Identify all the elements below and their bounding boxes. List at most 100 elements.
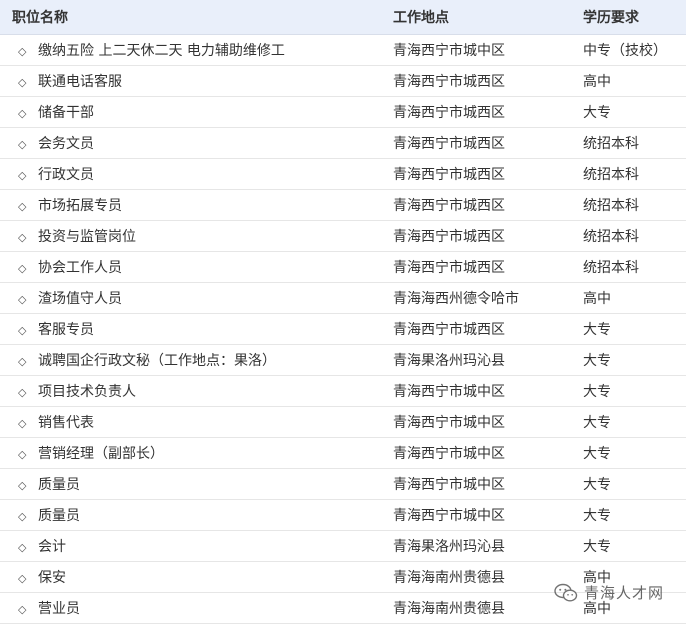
job-title-cell[interactable]: ◇ 市场拓展专员 [0,189,383,221]
table-row[interactable]: ◇ 联通电话客服 青海西宁市城西区 高中 [0,65,686,97]
table-row[interactable]: ◇ 储备干部 青海西宁市城西区 大专 [0,96,686,128]
job-title-cell[interactable]: ◇ 项目技术负责人 [0,375,383,407]
header-job-title: 职位名称 [0,0,383,35]
job-title-cell[interactable]: ◇ 联通电话客服 [0,65,383,97]
work-location-cell: 青海西宁市城西区 [383,189,573,221]
diamond-bullet-icon: ◇ [18,106,27,120]
table-row[interactable]: ◇ 质量员 青海西宁市城中区 大专 [0,468,686,500]
education-cell: 大专 [573,468,686,500]
job-title-cell[interactable]: ◇ 营销经理（副部长） [0,437,383,469]
education-cell: 大专 [573,437,686,469]
job-title-text[interactable]: 投资与监管岗位 [38,229,136,245]
education-cell: 大专 [573,530,686,562]
work-location-cell: 青海西宁市城中区 [383,499,573,531]
work-location-cell: 青海西宁市城中区 [383,406,573,438]
job-title-text[interactable]: 质量员 [38,508,80,524]
diamond-bullet-icon: ◇ [18,261,27,275]
work-location-cell: 青海海南州贵德县 [383,592,573,624]
job-title-cell[interactable]: ◇ 储备干部 [0,96,383,128]
diamond-bullet-icon: ◇ [18,199,27,213]
work-location-cell: 青海果洛州玛沁县 [383,530,573,562]
table-row[interactable]: ◇ 项目技术负责人 青海西宁市城中区 大专 [0,375,686,407]
job-title-text[interactable]: 营销经理（副部长） [38,446,164,462]
header-education: 学历要求 [573,0,686,35]
job-title-text[interactable]: 质量员 [38,477,80,493]
table-row[interactable]: ◇ 客服专员 青海西宁市城西区 大专 [0,313,686,345]
job-title-text[interactable]: 保安 [38,570,66,586]
work-location-cell: 青海西宁市城西区 [383,158,573,190]
diamond-bullet-icon: ◇ [18,292,27,306]
diamond-bullet-icon: ◇ [18,447,27,461]
work-location-cell: 青海果洛州玛沁县 [383,344,573,376]
job-title-text[interactable]: 市场拓展专员 [38,198,122,214]
table-row[interactable]: ◇ 营销经理（副部长） 青海西宁市城中区 大专 [0,437,686,469]
diamond-bullet-icon: ◇ [18,602,27,616]
education-cell: 统招本科 [573,189,686,221]
job-title-text[interactable]: 项目技术负责人 [38,384,136,400]
table-row[interactable]: ◇ 投资与监管岗位 青海西宁市城西区 统招本科 [0,220,686,252]
education-cell: 大专 [573,313,686,345]
job-title-cell[interactable]: ◇ 诚聘国企行政文秘（工作地点：果洛） [0,344,383,376]
job-title-text[interactable]: 营业员 [38,601,80,617]
job-title-cell[interactable]: ◇ 行政文员 [0,158,383,190]
job-title-cell[interactable]: ◇ 质量员 [0,499,383,531]
job-title-cell[interactable]: ◇ 会计 [0,530,383,562]
education-cell: 大专 [573,96,686,128]
job-title-text[interactable]: 诚聘国企行政文秘（工作地点：果洛） [38,353,276,369]
job-title-cell[interactable]: ◇ 缴纳五险 上二天休二天 电力辅助维修工 [0,34,383,66]
work-location-cell: 青海西宁市城西区 [383,96,573,128]
work-location-cell: 青海海西州德令哈市 [383,282,573,314]
header-row: 职位名称 工作地点 学历要求 [0,0,686,35]
diamond-bullet-icon: ◇ [18,509,27,523]
table-row[interactable]: ◇ 市场拓展专员 青海西宁市城西区 统招本科 [0,189,686,221]
job-title-cell[interactable]: ◇ 质量员 [0,468,383,500]
job-title-text[interactable]: 联通电话客服 [38,74,122,90]
education-cell: 大专 [573,375,686,407]
work-location-cell: 青海西宁市城中区 [383,34,573,66]
work-location-cell: 青海西宁市城西区 [383,65,573,97]
watermark-text: 青海人才网 [583,584,664,602]
education-cell: 高中 [573,65,686,97]
diamond-bullet-icon: ◇ [18,571,27,585]
job-title-text[interactable]: 销售代表 [38,415,94,431]
job-title-text[interactable]: 储备干部 [38,105,94,121]
diamond-bullet-icon: ◇ [18,44,27,58]
diamond-bullet-icon: ◇ [18,137,27,151]
education-cell: 大专 [573,499,686,531]
job-title-cell[interactable]: ◇ 营业员 [0,592,383,624]
table-row[interactable]: ◇ 缴纳五险 上二天休二天 电力辅助维修工 青海西宁市城中区 中专（技校） [0,34,686,66]
table-row[interactable]: ◇ 协会工作人员 青海西宁市城西区 统招本科 [0,251,686,283]
education-cell: 中专（技校） [573,34,686,66]
job-title-text[interactable]: 缴纳五险 上二天休二天 电力辅助维修工 [38,43,285,59]
diamond-bullet-icon: ◇ [18,168,27,182]
job-title-cell[interactable]: ◇ 渣场值守人员 [0,282,383,314]
job-title-text[interactable]: 渣场值守人员 [38,291,122,307]
job-title-cell[interactable]: ◇ 保安 [0,561,383,593]
job-title-text[interactable]: 客服专员 [38,322,94,338]
job-title-cell[interactable]: ◇ 会务文员 [0,127,383,159]
job-title-cell[interactable]: ◇ 投资与监管岗位 [0,220,383,252]
work-location-cell: 青海西宁市城西区 [383,251,573,283]
work-location-cell: 青海西宁市城西区 [383,127,573,159]
diamond-bullet-icon: ◇ [18,416,27,430]
job-title-text[interactable]: 行政文员 [38,167,94,183]
header-work-location: 工作地点 [383,0,573,35]
table-row[interactable]: ◇ 销售代表 青海西宁市城中区 大专 [0,406,686,438]
table-row[interactable]: ◇ 质量员 青海西宁市城中区 大专 [0,499,686,531]
job-title-cell[interactable]: ◇ 协会工作人员 [0,251,383,283]
table-row[interactable]: ◇ 会务文员 青海西宁市城西区 统招本科 [0,127,686,159]
diamond-bullet-icon: ◇ [18,540,27,554]
job-title-text[interactable]: 会计 [38,539,66,555]
table-row[interactable]: ◇ 会计 青海果洛州玛沁县 大专 [0,530,686,562]
job-title-text[interactable]: 协会工作人员 [38,260,122,276]
table-row[interactable]: ◇ 渣场值守人员 青海海西州德令哈市 高中 [0,282,686,314]
table-row[interactable]: ◇ 行政文员 青海西宁市城西区 统招本科 [0,158,686,190]
job-title-cell[interactable]: ◇ 客服专员 [0,313,383,345]
table-body: ◇ 缴纳五险 上二天休二天 电力辅助维修工 青海西宁市城中区 中专（技校） ◇ 联通电话客… [0,34,686,624]
job-title-cell[interactable]: ◇ 销售代表 [0,406,383,438]
table-row[interactable]: ◇ 诚聘国企行政文秘（工作地点：果洛） 青海果洛州玛沁县 大专 [0,344,686,376]
job-title-text[interactable]: 会务文员 [38,136,94,152]
wechat-icon [554,583,578,602]
education-cell: 大专 [573,406,686,438]
diamond-bullet-icon: ◇ [18,385,27,399]
